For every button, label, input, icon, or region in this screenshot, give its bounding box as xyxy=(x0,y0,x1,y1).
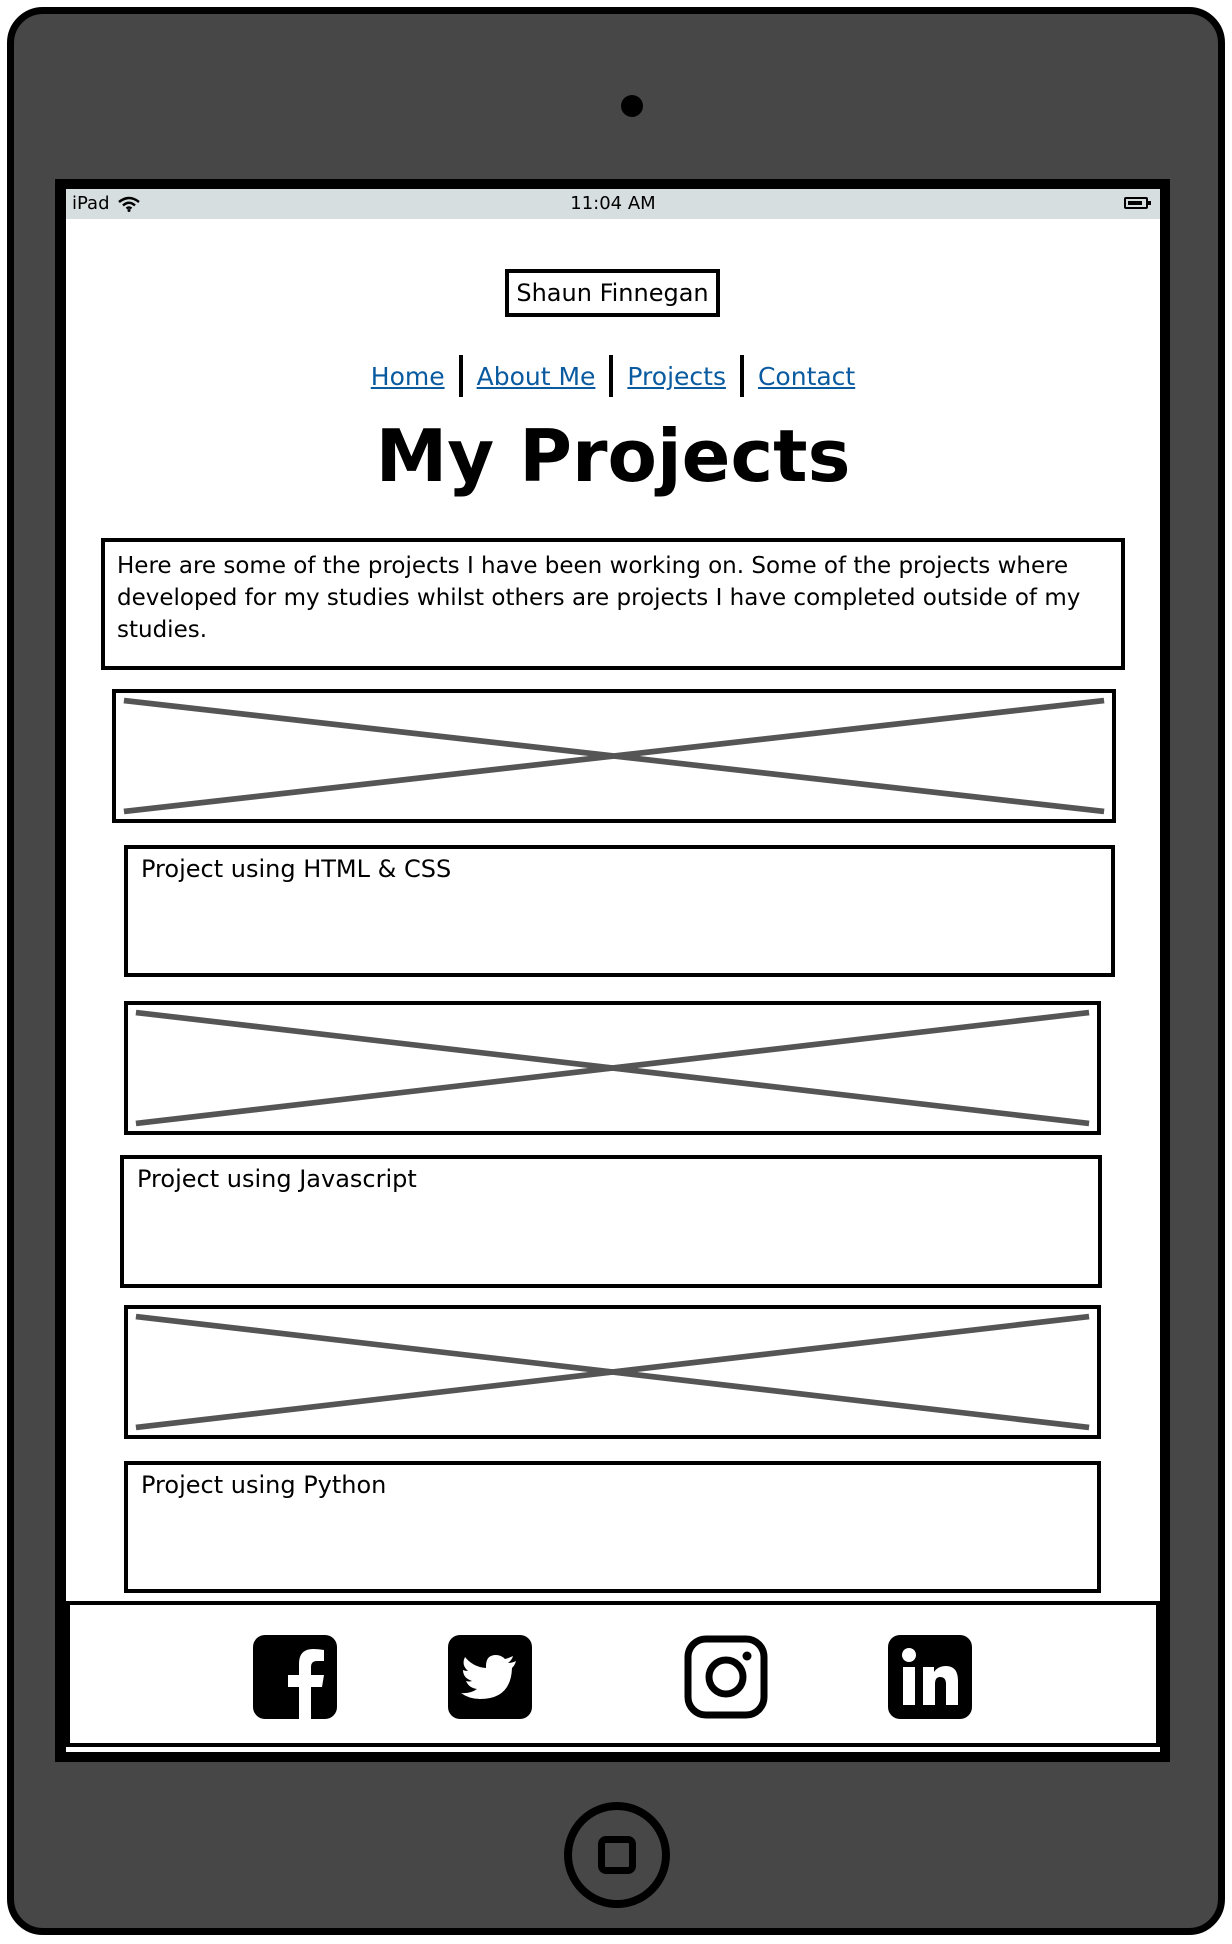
status-bar: iPad 11:04 AM xyxy=(66,189,1160,219)
nav-divider xyxy=(458,355,463,397)
project-card[interactable]: Project using Python xyxy=(124,1461,1101,1593)
linkedin-icon[interactable] xyxy=(888,1635,972,1719)
project-label: Project using Javascript xyxy=(137,1165,417,1193)
instagram-icon[interactable] xyxy=(684,1635,768,1719)
project-label: Project using HTML & CSS xyxy=(141,855,452,883)
nav-contact-link[interactable]: Contact xyxy=(758,362,855,391)
intro-text: Here are some of the projects I have bee… xyxy=(101,538,1125,670)
status-time: 11:04 AM xyxy=(570,193,656,214)
project-card[interactable]: Project using HTML & CSS xyxy=(124,845,1115,977)
project-image-placeholder xyxy=(112,689,1116,823)
twitter-icon[interactable] xyxy=(448,1635,532,1719)
footer xyxy=(66,1601,1160,1747)
project-card[interactable]: Project using Javascript xyxy=(120,1155,1102,1288)
project-image-placeholder xyxy=(124,1001,1101,1135)
camera-dot xyxy=(621,95,643,117)
nav-projects-link[interactable]: Projects xyxy=(627,362,726,391)
facebook-icon[interactable] xyxy=(253,1635,337,1719)
battery-icon xyxy=(1124,197,1151,209)
project-image-placeholder xyxy=(124,1305,1101,1439)
project-label: Project using Python xyxy=(141,1471,387,1499)
nav-home-link[interactable]: Home xyxy=(371,362,445,391)
nav-divider xyxy=(609,355,614,397)
screen: iPad 11:04 AM Shaun Finnegan Home About … xyxy=(66,189,1160,1752)
nav-divider xyxy=(739,355,744,397)
nav-about-link[interactable]: About Me xyxy=(477,362,596,391)
site-logo[interactable]: Shaun Finnegan xyxy=(505,269,720,317)
page-title: My Projects xyxy=(375,414,851,498)
logo-text: Shaun Finnegan xyxy=(516,279,709,307)
home-button[interactable] xyxy=(564,1802,670,1908)
main-nav: Home About Me Projects Contact xyxy=(66,355,1160,397)
